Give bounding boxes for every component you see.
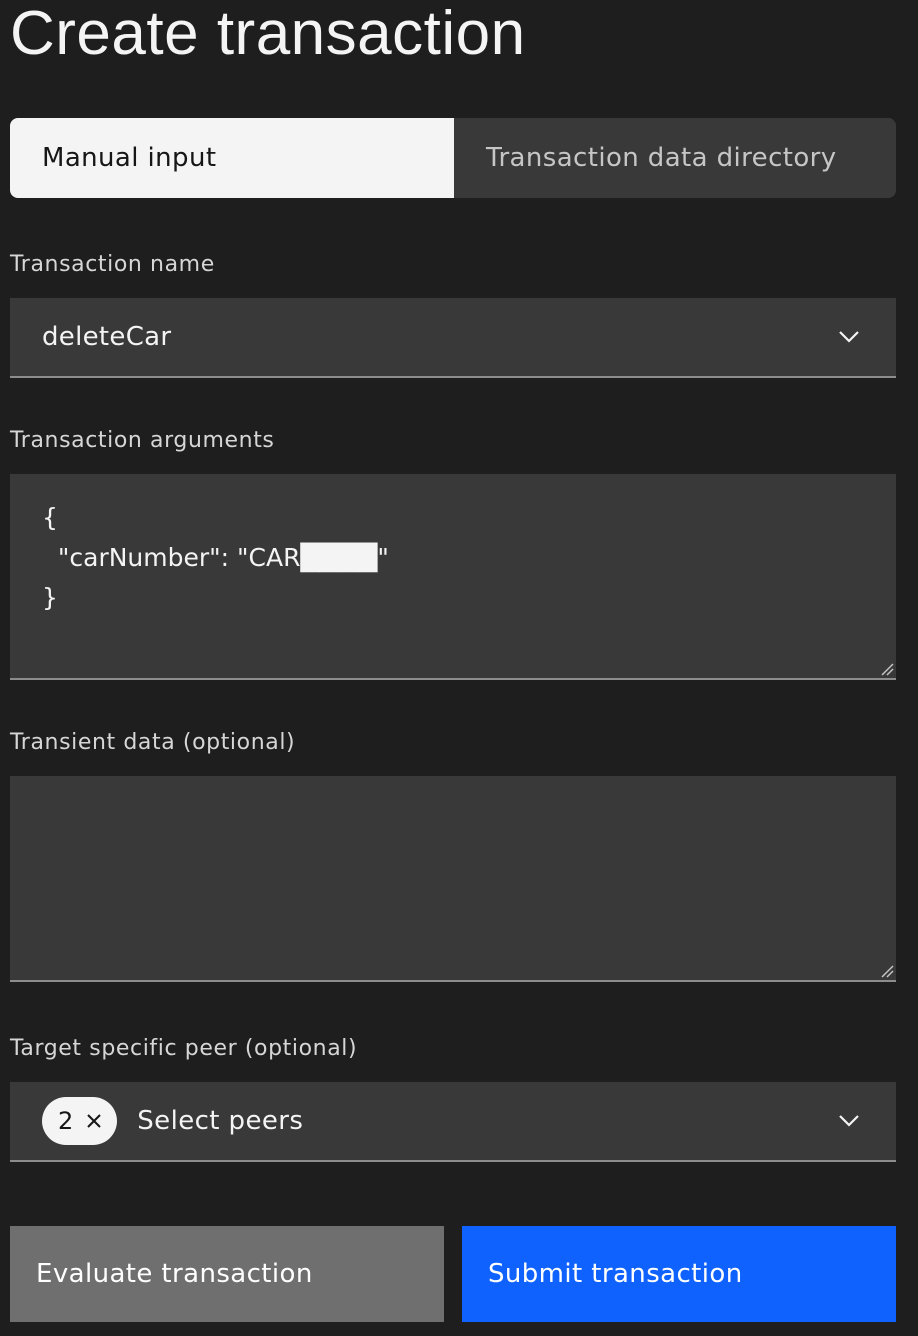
transient-data-label: Transient data (optional) (10, 730, 296, 755)
transaction-name-label: Transaction name (10, 252, 215, 277)
selected-count: 2 (58, 1107, 74, 1135)
submit-transaction-button[interactable]: Submit transaction (462, 1226, 896, 1322)
selected-count-tag: 2 (42, 1097, 118, 1145)
resize-handle-icon[interactable] (880, 964, 894, 978)
chevron-down-icon (839, 331, 859, 343)
target-peer-multiselect[interactable]: 2 Select peers (10, 1082, 896, 1162)
chevron-down-icon (839, 1115, 859, 1127)
evaluate-transaction-button[interactable]: Evaluate transaction (10, 1226, 444, 1322)
tab-manual-input[interactable]: Manual input (10, 118, 454, 198)
clear-selection-button[interactable] (85, 1112, 103, 1130)
target-peer-label: Target specific peer (optional) (10, 1036, 358, 1061)
transaction-arguments-label: Transaction arguments (10, 428, 275, 453)
transaction-arguments-textarea[interactable]: { "carNumber": "CAR████" } (10, 474, 896, 680)
page-title: Create transaction (10, 0, 526, 68)
tab-transaction-data-directory[interactable]: Transaction data directory (454, 118, 896, 198)
transaction-name-select[interactable]: deleteCar (10, 298, 896, 378)
transaction-name-value: deleteCar (42, 322, 172, 352)
transient-data-textarea[interactable] (10, 776, 896, 982)
close-icon (87, 1114, 101, 1128)
select-peers-placeholder: Select peers (137, 1106, 304, 1136)
content-switcher: Manual input Transaction data directory (10, 118, 896, 198)
resize-handle-icon[interactable] (880, 662, 894, 676)
